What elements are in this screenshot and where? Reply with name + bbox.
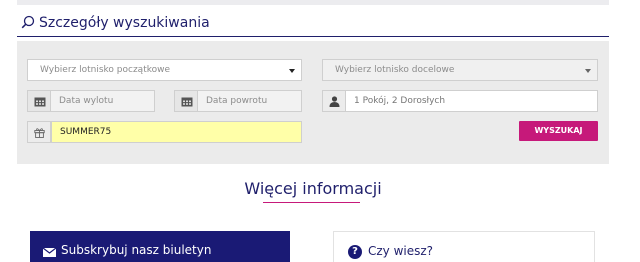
rooms-passengers-value: 1 Pokój, 2 Dorosłych [354,96,446,106]
page-title: Szczegóły wyszukiwania [39,15,210,31]
envelope-icon [43,248,56,257]
more-info-heading: Więcej informacji [244,179,382,198]
return-date-input[interactable]: Data powrotu [198,90,302,112]
departure-calendar-button[interactable] [27,90,51,112]
departure-date-placeholder: Data wylotu [59,96,114,106]
top-bar [17,0,609,5]
person-icon [329,96,340,107]
departure-date-input[interactable]: Data wylotu [51,90,155,112]
more-info-underline [263,202,360,203]
did-you-know-box: ? Czy wiesz? [333,231,595,262]
destination-airport-select[interactable]: Wybierz lotnisko docelowe [322,59,598,81]
promo-code-input[interactable]: SUMMER75 [51,121,302,143]
return-calendar-button[interactable] [174,90,198,112]
rooms-passengers-input[interactable]: 1 Pokój, 2 Dorosłych [346,90,598,112]
newsletter-label: Subskrybuj nasz biuletyn [61,243,212,257]
search-details-header: Szczegóły wyszukiwania [17,12,609,37]
destination-airport-placeholder: Wybierz lotnisko docelowe [335,65,455,75]
search-icon [21,15,35,29]
origin-airport-select[interactable]: Wybierz lotnisko początkowe [27,59,302,81]
chevron-down-icon [289,69,295,73]
gift-icon [34,128,45,138]
newsletter-box[interactable]: Subskrybuj nasz biuletyn [30,231,290,262]
calendar-icon [181,97,193,107]
question-icon: ? [348,245,362,259]
passengers-icon-box[interactable] [322,90,346,112]
search-button[interactable]: WYSZUKAJ [519,121,598,141]
chevron-down-icon [585,69,591,73]
did-you-know-label: Czy wiesz? [368,244,434,258]
promo-code-value: SUMMER75 [60,127,112,137]
origin-airport-placeholder: Wybierz lotnisko początkowe [40,65,171,75]
promo-icon-box [27,121,51,143]
return-date-placeholder: Data powrotu [206,96,268,106]
calendar-icon [34,97,46,107]
